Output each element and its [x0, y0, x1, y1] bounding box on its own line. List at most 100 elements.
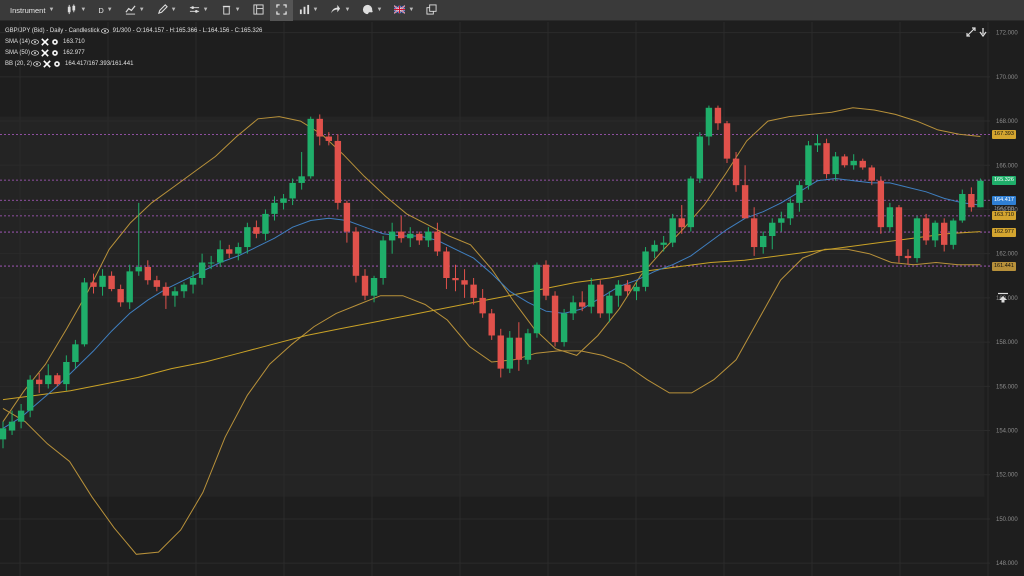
compare-menu[interactable]: ▼ [183, 0, 215, 21]
candle-body [434, 231, 441, 252]
candle-body [407, 233, 414, 239]
gear-icon[interactable] [51, 49, 59, 57]
eye-icon[interactable] [31, 49, 40, 57]
candle-body [153, 280, 161, 287]
layout-button[interactable] [247, 0, 270, 21]
gear-icon[interactable] [51, 38, 59, 46]
candle-body [217, 249, 224, 263]
price-axis-label: 166.000 [996, 163, 1018, 169]
candle-body [461, 280, 468, 285]
candle-body [723, 123, 731, 159]
price-tag: 161.441 [992, 261, 1016, 271]
indicators-menu[interactable]: ▼ [119, 0, 151, 21]
price-axis-label: 158.000 [996, 340, 1018, 346]
candle-body [235, 247, 242, 254]
candle-body [452, 278, 459, 281]
price-axis-label: 170.000 [996, 75, 1018, 81]
language-menu[interactable]: ▼ [388, 0, 420, 21]
scroll-to-latest-icon[interactable] [996, 292, 1010, 304]
price-axis-label: 168.000 [996, 119, 1018, 125]
eye-icon[interactable] [100, 27, 109, 35]
popout-button[interactable] [420, 0, 443, 21]
eye-icon[interactable] [33, 60, 42, 68]
candle-body [26, 379, 34, 411]
candle-body [479, 297, 486, 314]
popout-icon [426, 3, 437, 17]
candle-body [732, 158, 740, 186]
chevron-down-icon: ▼ [408, 7, 415, 13]
candle-body [226, 249, 233, 254]
candle-body [54, 375, 61, 385]
theme-menu[interactable]: ▼ [356, 0, 388, 21]
bar-chart-icon [299, 4, 310, 17]
share-icon [330, 4, 341, 17]
candle-body [660, 242, 667, 245]
candle-body [877, 180, 885, 228]
eye-icon[interactable] [31, 38, 40, 46]
candle-body [687, 178, 694, 228]
uk-flag-icon [394, 4, 406, 17]
chart-legend: GBP/JPY (Bid) - Daily - Candlestick 91/3… [5, 25, 262, 69]
delete-menu[interactable]: ▼ [215, 0, 247, 21]
chevron-down-icon: ▼ [80, 7, 87, 13]
candle-body [81, 282, 88, 345]
candle-body [262, 213, 269, 234]
share-menu[interactable]: ▼ [324, 0, 356, 21]
candle-body [470, 284, 477, 298]
chart-style-menu[interactable]: ▼ [293, 0, 325, 21]
candle-body [760, 236, 767, 248]
instrument-menu[interactable]: Instrument ▼ [4, 0, 60, 21]
candle-body [560, 313, 568, 343]
gear-icon[interactable] [53, 60, 61, 68]
close-icon[interactable] [41, 37, 49, 46]
candle-body [443, 251, 450, 278]
candle-body [497, 335, 504, 369]
chevron-down-icon: ▼ [376, 7, 383, 13]
trash-icon [221, 4, 232, 17]
candle-body [298, 176, 305, 183]
price-axis-label: 152.000 [996, 473, 1018, 479]
pencil-icon [157, 3, 168, 17]
candle-body [135, 266, 142, 272]
indicator-icon [125, 4, 136, 17]
bb-label: BB (20, 2) [5, 60, 33, 67]
legend-sma50: SMA (50) 162.977 [5, 47, 262, 58]
close-icon[interactable] [43, 59, 51, 68]
candle-body [416, 233, 423, 241]
arrow-down-icon[interactable] [978, 24, 988, 42]
price-axis-label: 150.000 [996, 517, 1018, 523]
candle-body [17, 410, 25, 422]
close-icon[interactable] [41, 48, 49, 57]
auto-scale-icon[interactable] [966, 24, 976, 42]
candle-body [63, 362, 70, 385]
drawing-tools-menu[interactable]: ▼ [151, 0, 183, 21]
candle-body [307, 118, 314, 177]
candle-body [361, 275, 369, 296]
candle-body [207, 262, 215, 264]
candle-body [398, 231, 405, 239]
candle-body [579, 302, 586, 307]
bb-value: 164.417/167.393/161.441 [65, 60, 134, 67]
timeframe-menu[interactable]: D ▼ [92, 0, 118, 21]
legend-bb: BB (20, 2) 164.417/167.393/161.441 [5, 58, 262, 69]
chart-type-menu[interactable]: ▼ [60, 0, 92, 21]
candle-body [506, 337, 513, 369]
candle-body [696, 136, 704, 179]
candle-body [8, 421, 16, 431]
price-axis-label: 148.000 [996, 561, 1018, 567]
candle-body [45, 375, 52, 385]
price-tag: 167.393 [992, 129, 1016, 139]
candle-body [198, 262, 206, 278]
price-axis-label: 172.000 [996, 31, 1018, 37]
fullscreen-button[interactable] [269, 0, 293, 21]
candle-body [388, 231, 396, 241]
candle-body [126, 271, 133, 303]
price-axis-label: 154.000 [996, 429, 1018, 435]
candle-body [597, 284, 604, 314]
candle-body [931, 222, 939, 241]
chevron-down-icon: ▼ [48, 7, 55, 13]
candle-body [787, 202, 794, 219]
legend-ohlc: 91/300 - O:164.157 - H:165.366 - L:164.1… [112, 27, 263, 34]
price-chart[interactable]: 172.000170.000168.000166.000164.000162.0… [0, 22, 1024, 576]
candle-body [814, 143, 821, 146]
